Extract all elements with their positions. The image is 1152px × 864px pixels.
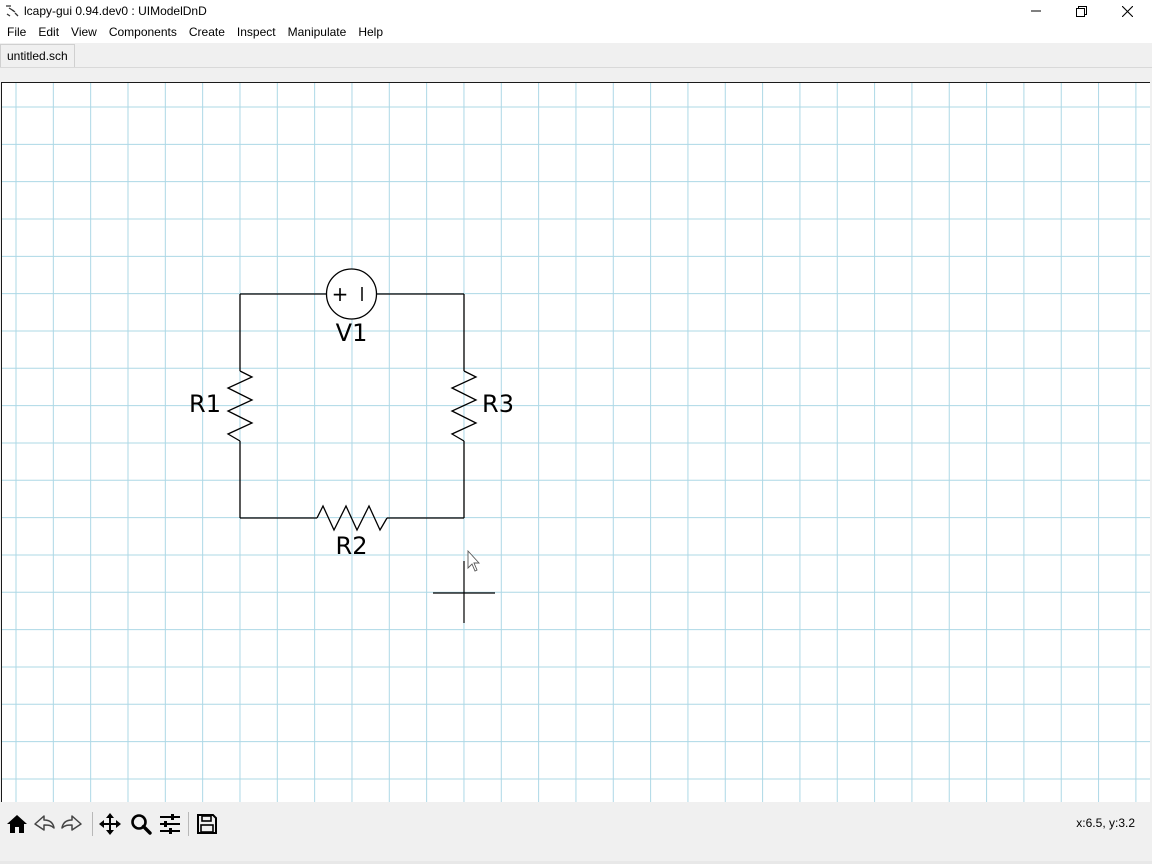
label-v1: V1: [336, 319, 368, 347]
menu-help[interactable]: Help: [352, 22, 389, 43]
mouse-pointer-icon: [467, 549, 481, 572]
forward-button[interactable]: [59, 811, 85, 837]
back-button[interactable]: [31, 811, 57, 837]
cursor-coordinates: x:6.5, y:3.2: [1076, 816, 1135, 830]
menu-file[interactable]: File: [0, 22, 32, 43]
tab-untitled-sch[interactable]: untitled.sch: [0, 44, 75, 67]
toolbar-separator: [92, 812, 93, 836]
minimize-icon: [1031, 10, 1041, 12]
schematic-svg[interactable]: + V1 R1 R3 R2: [2, 83, 1150, 803]
label-r3: R3: [482, 390, 514, 418]
menu-bar: File Edit View Components Create Inspect…: [0, 22, 1152, 43]
app-icon: [6, 5, 19, 17]
close-button[interactable]: [1104, 0, 1150, 22]
menu-edit[interactable]: Edit: [32, 22, 65, 43]
menu-manipulate[interactable]: Manipulate: [282, 22, 353, 43]
home-icon: [7, 815, 27, 833]
component-v1[interactable]: + V1: [325, 268, 378, 347]
voltage-source-plus: +: [332, 282, 349, 306]
app-window: lcapy-gui 0.94.dev0 : UIModelDnD File Ed…: [0, 0, 1152, 864]
grid: [2, 83, 1150, 803]
menu-create[interactable]: Create: [183, 22, 231, 43]
pan-button[interactable]: [97, 811, 123, 837]
schematic-canvas[interactable]: + V1 R1 R3 R2: [1, 82, 1150, 803]
home-button[interactable]: [4, 811, 30, 837]
toolbar-separator: [188, 812, 189, 836]
label-r2: R2: [336, 532, 368, 560]
back-arrow-icon: [34, 815, 55, 831]
save-icon: [197, 814, 217, 834]
label-r1: R1: [189, 390, 221, 418]
zoom-icon: [131, 814, 152, 835]
tab-strip: untitled.sch: [0, 43, 1152, 68]
pan-icon: [99, 813, 121, 835]
maximize-button[interactable]: [1058, 0, 1104, 22]
configure-subplots-icon: [160, 814, 180, 834]
forward-arrow-icon: [61, 815, 82, 831]
menu-inspect[interactable]: Inspect: [231, 22, 282, 43]
title-bar: lcapy-gui 0.94.dev0 : UIModelDnD: [0, 0, 1152, 22]
maximize-icon: [1075, 5, 1087, 17]
window-title: lcapy-gui 0.94.dev0 : UIModelDnD: [24, 4, 207, 18]
close-icon: [1121, 5, 1133, 17]
menu-components[interactable]: Components: [103, 22, 183, 43]
save-button[interactable]: [194, 811, 220, 837]
menu-view[interactable]: View: [65, 22, 103, 43]
zoom-button[interactable]: [128, 811, 154, 837]
configure-subplots-button[interactable]: [157, 811, 183, 837]
minimize-button[interactable]: [1013, 0, 1059, 22]
